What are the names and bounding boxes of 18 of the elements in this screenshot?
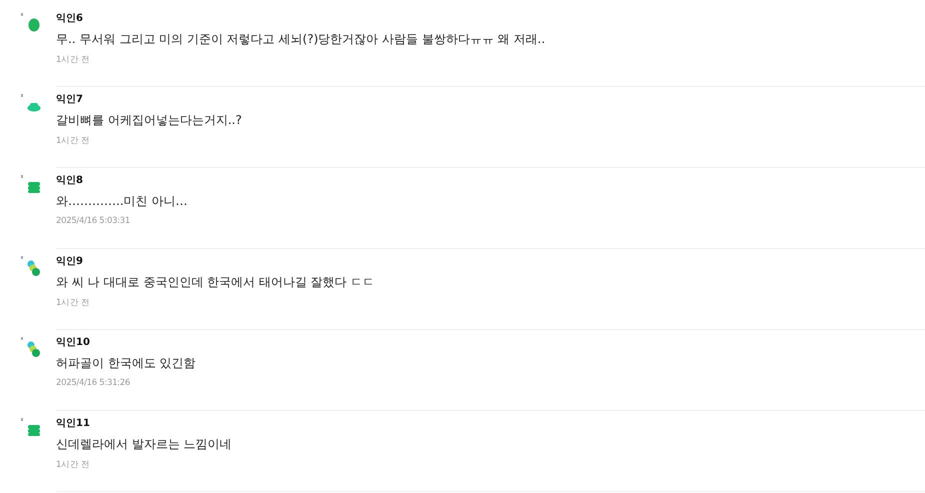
author-name: 익인7: [56, 93, 84, 106]
author-name: 익인8: [56, 174, 84, 187]
comment-text: 무.. 무서워 그리고 미의 기준이 저렇다고 세뇌(?)당한거잖아 사람들 불쌍하다ㅠㅠ 왜 저래..: [56, 31, 546, 48]
comment-text: 와…………..미친 아니…: [56, 193, 188, 210]
comment-text: 허파골이 한국에도 있긴함: [56, 355, 197, 372]
author-name: 익인9: [56, 255, 84, 268]
comment-time: 1시간 전: [56, 135, 91, 147]
comment-time: 1시간 전: [56, 459, 91, 471]
comment-time: 2025/4/16 5:03:31: [56, 216, 131, 226]
comment-text: 와 씨 나 대대로 중국인인데 한국에서 태어나길 잘했다 ㄷㄷ: [56, 274, 376, 291]
comment-time: 2025/4/16 5:31:26: [56, 378, 131, 388]
comment-time: 1시간 전: [56, 297, 91, 309]
comment-text: 신데렐라에서 발자르는 느낌이네: [56, 436, 233, 453]
author-name: 익인10: [56, 336, 91, 349]
author-name: 익인6: [56, 12, 84, 25]
comment-text: 갈비뼈를 어케집어넣는다는거지..?: [56, 112, 243, 129]
author-name: 익인11: [56, 417, 91, 430]
comment-time: 1시간 전: [56, 54, 91, 66]
